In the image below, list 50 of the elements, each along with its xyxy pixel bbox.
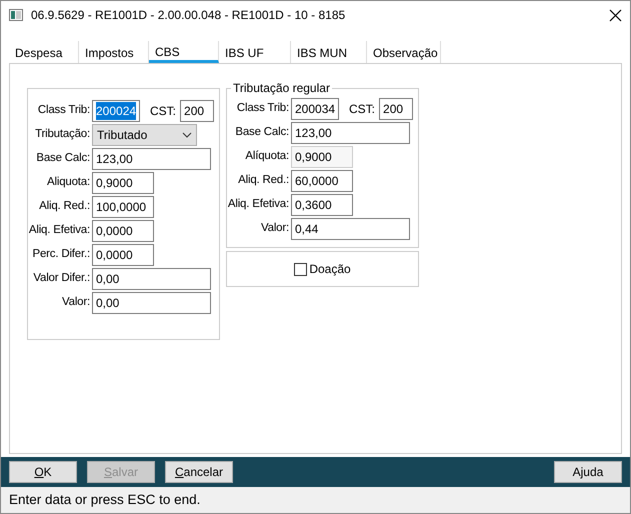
field-label: Perc. Difer.:: [32, 247, 90, 262]
input-field[interactable]: 0,0000: [92, 244, 154, 266]
field-label: Aliquota:: [46, 175, 90, 190]
tab[interactable]: Impostos: [79, 41, 149, 63]
input-field[interactable]: 0,3600: [291, 194, 353, 216]
app-icon: [9, 9, 23, 21]
dropdown[interactable]: Tributado: [92, 124, 197, 146]
tab[interactable]: CBS: [149, 41, 219, 63]
field-label: Valor Difer.:: [32, 271, 90, 286]
input-field[interactable]: 60,0000: [291, 170, 353, 192]
field-label: CST:: [349, 101, 376, 118]
button[interactable]: OK: [9, 461, 77, 483]
input-field[interactable]: 200: [180, 100, 214, 122]
input-field[interactable]: 0,44: [291, 218, 410, 240]
field-label: Aliq. Efetiva:: [227, 197, 289, 212]
field-label: Alíquota:: [244, 149, 289, 164]
input-field[interactable]: 100,0000: [92, 196, 154, 218]
tab[interactable]: IBS MUN: [291, 41, 367, 63]
field-label: Aliq. Red.:: [237, 173, 289, 188]
status-text: Enter data or press ESC to end.: [1, 487, 630, 513]
input-field[interactable]: 200: [379, 98, 414, 120]
field-label: Class Trib:: [36, 103, 90, 118]
checkbox[interactable]: [294, 262, 308, 276]
field-label: Tributação:: [34, 127, 90, 142]
tab[interactable]: IBS UF: [219, 41, 291, 63]
field-label: Aliq. Efetiva:: [28, 223, 90, 238]
chevron-icon: [182, 132, 192, 138]
group-title: Tributação regular: [231, 81, 332, 95]
input-field[interactable]: 200024: [92, 100, 140, 122]
button[interactable]: Ajuda: [554, 461, 622, 483]
input-field[interactable]: 0,9000: [92, 172, 154, 194]
field-label: Base Calc:: [234, 125, 289, 140]
close-icon[interactable]: [609, 8, 622, 22]
input-field[interactable]: 123,00: [92, 148, 211, 170]
field-label: CST:: [150, 103, 176, 120]
window-title: 06.9.5629 - RE1001D - 2.00.00.048 - RE1001D - 10 - 8185: [31, 7, 346, 24]
button[interactable]: Cancelar: [165, 461, 233, 483]
field-label: Valor:: [61, 295, 90, 310]
input-field[interactable]: 0,00: [92, 292, 211, 314]
input-field[interactable]: 0,00: [92, 268, 211, 290]
checkbox-label: Doação: [309, 261, 351, 278]
field-label: Valor:: [260, 221, 289, 236]
field-label: Aliq. Red.:: [38, 199, 90, 214]
tab[interactable]: Despesa: [9, 41, 79, 63]
input-field[interactable]: 0,0000: [92, 220, 154, 242]
input-field[interactable]: 123,00: [291, 122, 410, 144]
field-label: Base Calc:: [35, 151, 90, 166]
field-label: Class Trib:: [236, 101, 289, 116]
tab[interactable]: Observação: [367, 41, 441, 63]
input-field[interactable]: 200034: [291, 98, 339, 120]
